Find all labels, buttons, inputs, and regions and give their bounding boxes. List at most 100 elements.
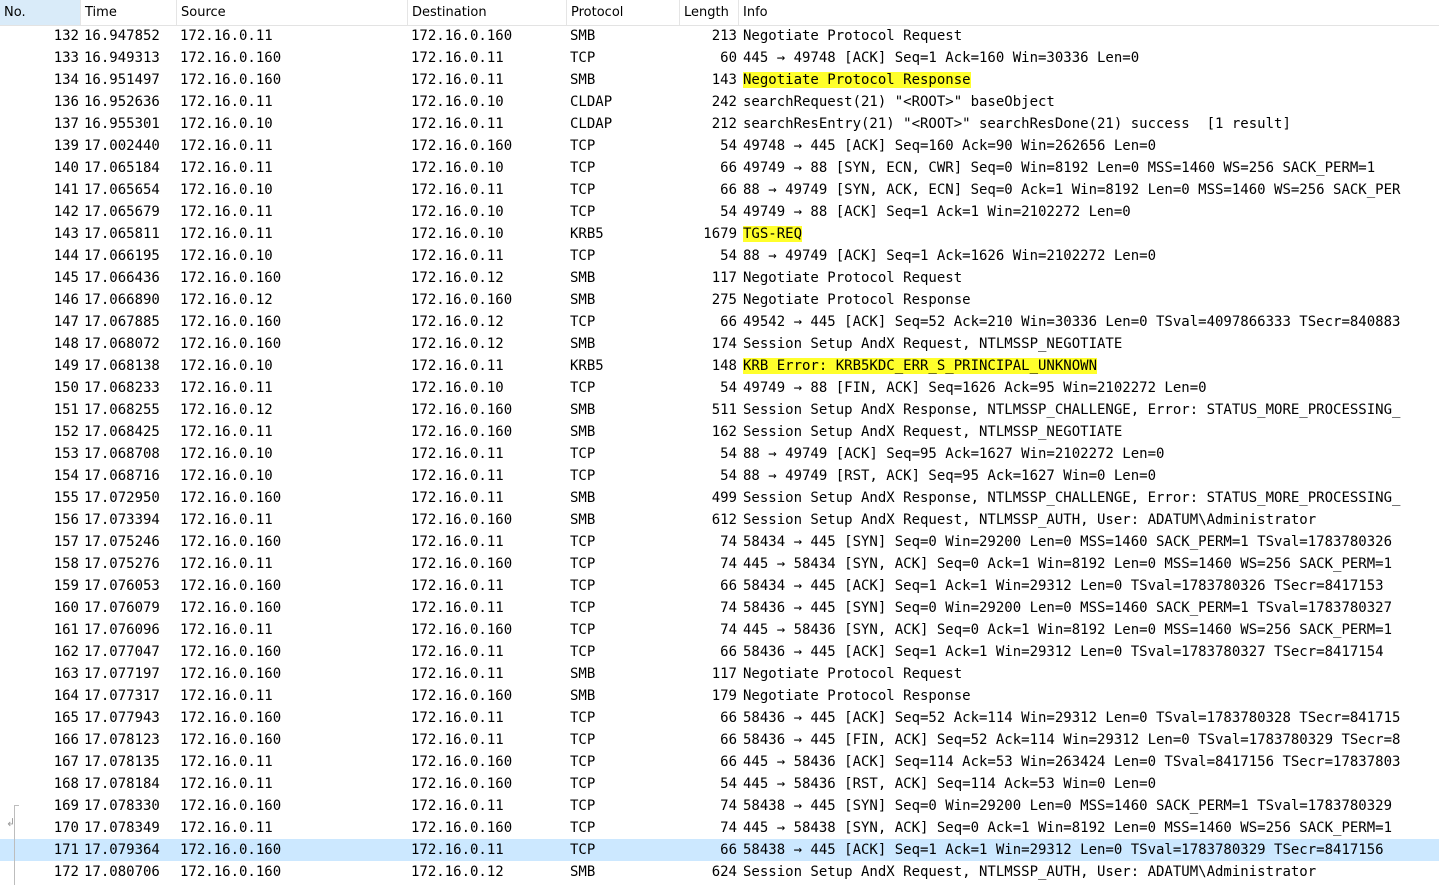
- packet-row[interactable]: 141 17.065654 172.16.0.10 172.16.0.11 TCP 66 8…: [0, 179, 1439, 201]
- packet-destination: 172.16.0.11: [411, 534, 504, 550]
- packet-destination: 172.16.0.10: [411, 380, 504, 396]
- packet-destination: 172.16.0.12: [411, 270, 504, 286]
- info-text: searchResEntry(21) "<ROOT>" searchResDon…: [743, 116, 1291, 132]
- packet-row[interactable]: 172 17.080706 172.16.0.160 172.16.0.12 SMB 62…: [0, 861, 1439, 883]
- packet-info: searchResEntry(21) "<ROOT>" searchResDon…: [743, 113, 1439, 135]
- packet-row[interactable]: 132 16.947852 172.16.0.11 172.16.0.160 SMB 21…: [0, 25, 1439, 47]
- packet-info: Negotiate Protocol Response: [743, 69, 1439, 91]
- packet-row[interactable]: 142 17.065679 172.16.0.11 172.16.0.10 TCP 54 4…: [0, 201, 1439, 223]
- packet-source: 172.16.0.160: [180, 600, 282, 616]
- column-header-source[interactable]: Source: [177, 0, 408, 25]
- packet-destination: 172.16.0.11: [411, 666, 504, 682]
- packet-row[interactable]: 153 17.068708 172.16.0.10 172.16.0.11 TCP 54 8…: [0, 443, 1439, 465]
- packet-time: 17.066195: [84, 248, 160, 264]
- corner-arrow-icon: ↲: [6, 816, 16, 829]
- packet-row[interactable]: 169 17.078330 172.16.0.160 172.16.0.11 TCP 74…: [0, 795, 1439, 817]
- info-text: Session Setup AndX Request, NTLMSSP_AUTH…: [743, 512, 1317, 528]
- packet-row[interactable]: 154 17.068716 172.16.0.10 172.16.0.11 TCP 54 8…: [0, 465, 1439, 487]
- packet-row[interactable]: 151 17.068255 172.16.0.12 172.16.0.160 SMB 51…: [0, 399, 1439, 421]
- packet-length: 66: [720, 644, 737, 660]
- packet-row[interactable]: 144 17.066195 172.16.0.10 172.16.0.11 TCP 54 8…: [0, 245, 1439, 267]
- info-text: Negotiate Protocol Response: [743, 292, 971, 308]
- packet-destination: 172.16.0.11: [411, 578, 504, 594]
- packet-row[interactable]: 152 17.068425 172.16.0.11 172.16.0.160 SMB 16…: [0, 421, 1439, 443]
- packet-time: 17.068233: [84, 380, 160, 396]
- packet-row[interactable]: 145 17.066436 172.16.0.160 172.16.0.12 SMB 11…: [0, 267, 1439, 289]
- packet-length: 179: [711, 688, 737, 704]
- packet-destination: 172.16.0.12: [411, 864, 504, 880]
- packet-info: 58434 → 445 [SYN] Seq=0 Win=29200 Len=0 …: [743, 531, 1439, 553]
- packet-row[interactable]: 139 17.002440 172.16.0.11 172.16.0.160 TCP 54…: [0, 135, 1439, 157]
- packet-no: 160: [53, 600, 79, 616]
- packet-row[interactable]: 150 17.068233 172.16.0.11 172.16.0.10 TCP 54 4…: [0, 377, 1439, 399]
- packet-row[interactable]: 136 16.952636 172.16.0.11 172.16.0.10 CLDAP 2…: [0, 91, 1439, 113]
- packet-row[interactable]: 158 17.075276 172.16.0.11 172.16.0.160 TCP 74…: [0, 553, 1439, 575]
- column-header-info[interactable]: Info: [739, 0, 1439, 25]
- packet-no: 166: [53, 732, 79, 748]
- packet-length: 74: [720, 556, 737, 572]
- packet-row[interactable]: 137 16.955301 172.16.0.10 172.16.0.11 CLDAP 2…: [0, 113, 1439, 135]
- packet-protocol: TCP: [570, 138, 596, 154]
- packet-length: 74: [720, 534, 737, 550]
- packet-row[interactable]: 161 17.076096 172.16.0.11 172.16.0.160 TCP 74…: [0, 619, 1439, 641]
- packet-protocol: SMB: [570, 490, 596, 506]
- packet-row[interactable]: 155 17.072950 172.16.0.160 172.16.0.11 SMB 49…: [0, 487, 1439, 509]
- packet-source: 172.16.0.160: [180, 864, 282, 880]
- packet-row[interactable]: 165 17.077943 172.16.0.160 172.16.0.11 TCP 66…: [0, 707, 1439, 729]
- packet-row[interactable]: 148 17.068072 172.16.0.160 172.16.0.12 SMB 17…: [0, 333, 1439, 355]
- packet-row[interactable]: 163 17.077197 172.16.0.160 172.16.0.11 SMB 11…: [0, 663, 1439, 685]
- packet-length: 66: [720, 754, 737, 770]
- packet-row[interactable]: 143 17.065811 172.16.0.11 172.16.0.10 KRB5 16…: [0, 223, 1439, 245]
- column-header-destination[interactable]: Destination: [408, 0, 567, 25]
- packet-time: 17.065811: [84, 226, 160, 242]
- packet-row[interactable]: 160 17.076079 172.16.0.160 172.16.0.11 TCP 74…: [0, 597, 1439, 619]
- column-header-length[interactable]: Length: [680, 0, 739, 25]
- packet-protocol: SMB: [570, 666, 596, 682]
- packet-row[interactable]: 146 17.066890 172.16.0.12 172.16.0.160 SMB 27…: [0, 289, 1439, 311]
- packet-row[interactable]: 156 17.073394 172.16.0.11 172.16.0.160 SMB 61…: [0, 509, 1439, 531]
- info-text: 58436 → 445 [SYN] Seq=0 Win=29200 Len=0 …: [743, 600, 1393, 616]
- packet-destination: 172.16.0.160: [411, 138, 513, 154]
- packet-row[interactable]: 166 17.078123 172.16.0.160 172.16.0.11 TCP 66…: [0, 729, 1439, 751]
- packet-source: 172.16.0.11: [180, 754, 273, 770]
- packet-time: 17.075276: [84, 556, 160, 572]
- packet-destination: 172.16.0.11: [411, 798, 504, 814]
- packet-time: 17.066436: [84, 270, 160, 286]
- column-header-time[interactable]: Time: [81, 0, 177, 25]
- packet-info: Session Setup AndX Response, NTLMSSP_CHA…: [743, 399, 1439, 421]
- packet-protocol: SMB: [570, 28, 596, 44]
- packet-destination: 172.16.0.11: [411, 842, 504, 858]
- packet-destination: 172.16.0.160: [411, 512, 513, 528]
- column-header-bar: No. Time Source Destination Protocol Len…: [0, 0, 1439, 26]
- packet-protocol: SMB: [570, 402, 596, 418]
- packet-row[interactable]: 167 17.078135 172.16.0.11 172.16.0.160 TCP 66…: [0, 751, 1439, 773]
- info-text: 58436 → 445 [ACK] Seq=1 Ack=1 Win=29312 …: [743, 644, 1384, 660]
- packet-row[interactable]: 133 16.949313 172.16.0.160 172.16.0.11 TCP 60…: [0, 47, 1439, 69]
- packet-time: 17.073394: [84, 512, 160, 528]
- packet-destination: 172.16.0.160: [411, 424, 513, 440]
- info-text: 49749 → 88 [FIN, ACK] Seq=1626 Ack=95 Wi…: [743, 380, 1207, 396]
- column-header-no[interactable]: No.: [0, 0, 81, 25]
- packet-length: 148: [711, 358, 737, 374]
- packet-row[interactable]: 162 17.077047 172.16.0.160 172.16.0.11 TCP 66…: [0, 641, 1439, 663]
- packet-source: 172.16.0.11: [180, 138, 273, 154]
- packet-length: 66: [720, 732, 737, 748]
- packet-info: 49749 → 88 [FIN, ACK] Seq=1626 Ack=95 Wi…: [743, 377, 1439, 399]
- packet-length: 275: [711, 292, 737, 308]
- packet-row[interactable]: 157 17.075246 172.16.0.160 172.16.0.11 TCP 74…: [0, 531, 1439, 553]
- info-text: Negotiate Protocol Request: [743, 270, 963, 286]
- packet-row[interactable]: 159 17.076053 172.16.0.160 172.16.0.11 TCP 66…: [0, 575, 1439, 597]
- packet-row[interactable]: 164 17.077317 172.16.0.11 172.16.0.160 SMB 17…: [0, 685, 1439, 707]
- packet-row[interactable]: 170 17.078349 172.16.0.11 172.16.0.160 TCP 74…: [0, 817, 1439, 839]
- packet-row[interactable]: 140 17.065184 172.16.0.11 172.16.0.10 TCP 66 4…: [0, 157, 1439, 179]
- packet-row[interactable]: 147 17.067885 172.16.0.160 172.16.0.12 TCP 66…: [0, 311, 1439, 333]
- packet-row[interactable]: 134 16.951497 172.16.0.160 172.16.0.11 SMB 14…: [0, 69, 1439, 91]
- packet-row[interactable]: 149 17.068138 172.16.0.10 172.16.0.11 KRB5 14…: [0, 355, 1439, 377]
- packet-row[interactable]: 171 17.079364 172.16.0.160 172.16.0.11 TCP 66…: [0, 839, 1439, 861]
- packet-row[interactable]: 168 17.078184 172.16.0.11 172.16.0.160 TCP 54…: [0, 773, 1439, 795]
- column-header-protocol[interactable]: Protocol: [567, 0, 680, 25]
- packet-source: 172.16.0.11: [180, 28, 273, 44]
- packet-info: 49542 → 445 [ACK] Seq=52 Ack=210 Win=303…: [743, 311, 1439, 333]
- highlighted-info-text: TGS-REQ: [743, 226, 803, 242]
- packet-protocol: KRB5: [570, 226, 604, 242]
